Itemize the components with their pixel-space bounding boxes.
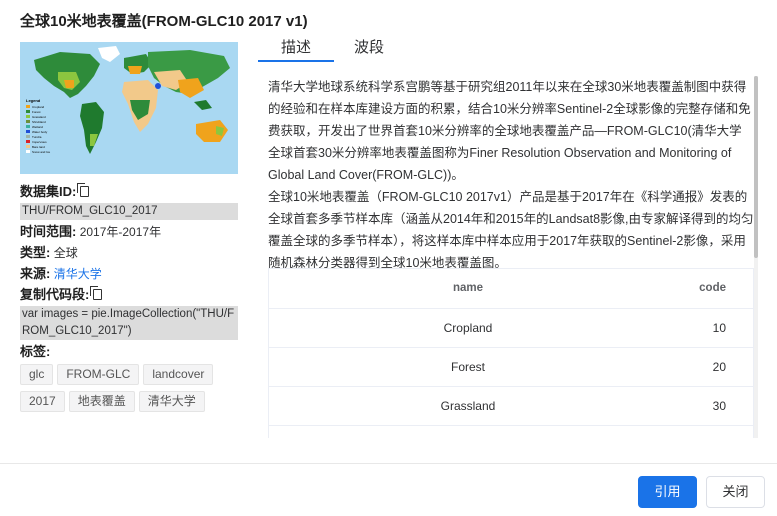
tag[interactable]: 清华大学	[138, 391, 205, 412]
time-range-label: 时间范围:	[20, 224, 77, 239]
svg-text:Forest: Forest	[32, 110, 41, 114]
tag-list: glc FROM-GLC landcover 2017 地表覆盖 清华大学	[20, 364, 240, 418]
tab-bands[interactable]: 波段	[354, 36, 384, 62]
source-row: 来源: 清华大学	[20, 266, 238, 282]
svg-text:Cropland: Cropland	[32, 105, 45, 109]
dataset-id-row: 数据集ID:	[20, 183, 238, 200]
cell-code: 10	[668, 307, 754, 347]
dataset-thumbnail: Legend Cropland Forest Grassland Shrubla…	[20, 42, 238, 181]
cell-name: Cropland	[268, 307, 668, 347]
copy-code-icon[interactable]	[90, 286, 103, 300]
column-header-name: name	[452, 281, 484, 294]
svg-text:Legend: Legend	[26, 98, 41, 103]
code-snippet-label: 复制代码段:	[20, 287, 90, 302]
cell-code: 20	[668, 346, 754, 386]
code-snippet-value: var images = pie.ImageCollection("THU/FR…	[20, 306, 238, 340]
svg-text:Grassland: Grassland	[32, 115, 46, 119]
tag[interactable]: 2017	[20, 391, 65, 412]
time-range-row: 时间范围: 2017年-2017年	[20, 224, 238, 240]
footer-divider	[0, 463, 777, 464]
dialog-title: 全球10米地表覆盖(FROM-GLC10 2017 v1)	[20, 13, 308, 30]
close-button[interactable]: 关闭	[706, 476, 765, 508]
tab-description[interactable]: 描述	[258, 36, 334, 62]
tag[interactable]: glc	[20, 364, 54, 385]
svg-text:Tundra: Tundra	[32, 135, 42, 139]
tags-label: 标签:	[20, 344, 51, 359]
class-table: name code Cropland 10 Forest 20 Grasslan…	[268, 268, 754, 464]
svg-text:Snow and Ice: Snow and Ice	[32, 150, 51, 154]
copy-icon[interactable]	[77, 183, 90, 197]
svg-text:Wetland: Wetland	[32, 125, 43, 129]
svg-text:Bare land: Bare land	[32, 145, 45, 149]
cite-button[interactable]: 引用	[638, 476, 697, 508]
code-snippet-row: 复制代码段:	[20, 286, 238, 303]
cell-name: Grassland	[268, 385, 668, 425]
table-row: Cropland 10	[268, 307, 754, 347]
cell-empty	[268, 424, 668, 464]
cell-name: Forest	[268, 346, 668, 386]
scrollbar-thumb[interactable]	[754, 76, 758, 258]
source-link[interactable]: 清华大学	[54, 267, 102, 281]
svg-text:Water body: Water body	[32, 130, 48, 134]
description-paragraph-1: 清华大学地球系统科学系宫鹏等基于研究组2011年以来在全球30米地表覆盖制图中获…	[268, 80, 751, 182]
column-header-code: code	[699, 281, 726, 294]
table-header-row: name code	[268, 268, 754, 308]
tag[interactable]: FROM-GLC	[57, 364, 140, 385]
type-label: 类型:	[20, 245, 51, 260]
dataset-id-label: 数据集ID:	[20, 184, 77, 199]
table-row: Forest 20	[268, 346, 754, 386]
tag[interactable]: landcover	[143, 364, 214, 385]
table-row: Grassland 30	[268, 385, 754, 425]
svg-text:Impervious: Impervious	[32, 140, 47, 144]
tab-bar: 描述 波段	[258, 36, 758, 62]
dataset-id-value: THU/FROM_GLC10_2017	[20, 203, 238, 220]
source-label: 来源:	[20, 266, 51, 281]
description-paragraph-2: 全球10米地表覆盖（FROM-GLC10 2017v1）产品是基于2017年在《…	[268, 190, 754, 270]
tags-row: 标签:	[20, 344, 238, 360]
type-row: 类型: 全球	[20, 245, 238, 261]
table-row	[268, 424, 754, 464]
tag[interactable]: 地表覆盖	[68, 391, 135, 412]
cell-code: 30	[668, 385, 754, 425]
svg-text:Shrubland: Shrubland	[32, 120, 46, 124]
cell-empty	[668, 424, 754, 464]
world-map-image: Legend Cropland Forest Grassland Shrubla…	[20, 42, 238, 181]
type-value: 全球	[53, 246, 78, 260]
time-range-value: 2017年-2017年	[79, 225, 162, 239]
